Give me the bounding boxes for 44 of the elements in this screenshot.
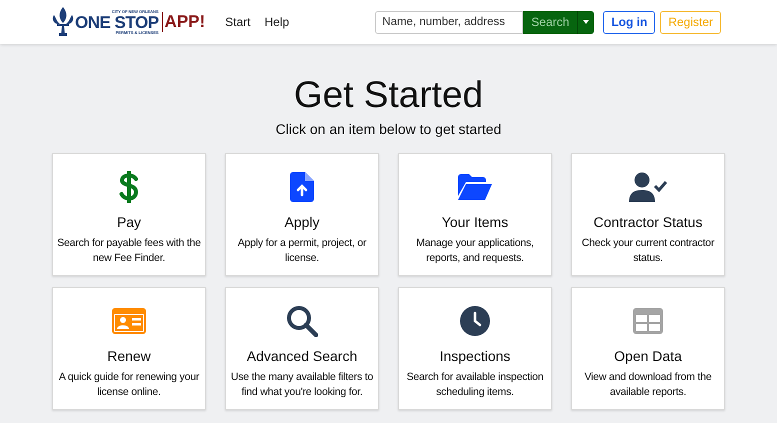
card-title: Your Items [442, 214, 508, 230]
option-card[interactable]: Renew A quick guide for renewing your license online. [52, 287, 206, 410]
card-description: Search for available inspection scheduling items. [406, 370, 544, 400]
nav-link[interactable]: Help [264, 15, 290, 29]
folder-icon [458, 174, 492, 200]
card-description: View and download from the available reports. [583, 370, 713, 400]
id-card-icon [112, 308, 146, 334]
option-card[interactable]: Apply Apply for a permit, project, or license. [225, 153, 379, 276]
nav-link[interactable]: Start [225, 15, 251, 29]
card-description: Check your current contractor status. [580, 236, 716, 266]
card-title: Open Data [614, 348, 682, 364]
option-card[interactable]: Advanced Search Use the many available filters to find what you're looking for. [225, 287, 379, 410]
search-field[interactable]: Name, number, address [375, 10, 524, 34]
card-title: Contractor Status [594, 214, 702, 230]
card-title: Apply [284, 214, 320, 230]
user-check-icon [629, 172, 667, 202]
card-description: Search for payable fees with the new Fee Finder. [56, 236, 202, 266]
dollar-icon [119, 171, 139, 203]
card-description: Manage your applications, reports, and requests. [415, 236, 535, 266]
search-button[interactable]: Search [523, 10, 578, 34]
search-icon [286, 305, 318, 337]
card-title: Advanced Search [246, 348, 358, 364]
page-subheading: Click on an item below to get started [276, 121, 502, 137]
logo-app-text: APP! [162, 12, 206, 32]
login-button[interactable]: Log in [603, 10, 656, 34]
card-title: Inspections [440, 348, 510, 364]
card-title: Renew [107, 348, 151, 364]
card-description: Apply for a permit, project, or license. [236, 236, 368, 266]
option-card[interactable]: Pay Search for payable fees with the new Fee Finder. [52, 153, 206, 276]
card-description: A quick guide for renewing your license online. [58, 370, 200, 400]
card-title: Pay [116, 214, 142, 230]
clock-icon [460, 306, 490, 336]
caret-icon [583, 20, 590, 24]
table-icon [633, 308, 663, 334]
option-card[interactable]: Open Data View and download from the available reports. [571, 287, 725, 410]
option-card[interactable]: Contractor Status Check your current contractor status. [571, 153, 725, 276]
card-description: Use the many available filters to find what you're looking for. [230, 370, 374, 400]
page-heading: Get Started [294, 74, 484, 116]
option-card[interactable]: Your Items Manage your applications, reports, and requests. [398, 153, 552, 276]
file-upload-icon [290, 172, 314, 202]
fleur-de-lis-icon [52, 7, 74, 37]
logo-wordmark: ONE STOP [75, 14, 159, 30]
option-card[interactable]: Inspections Search for available inspection scheduling items. [398, 287, 552, 410]
search-options-button[interactable] [577, 10, 594, 34]
